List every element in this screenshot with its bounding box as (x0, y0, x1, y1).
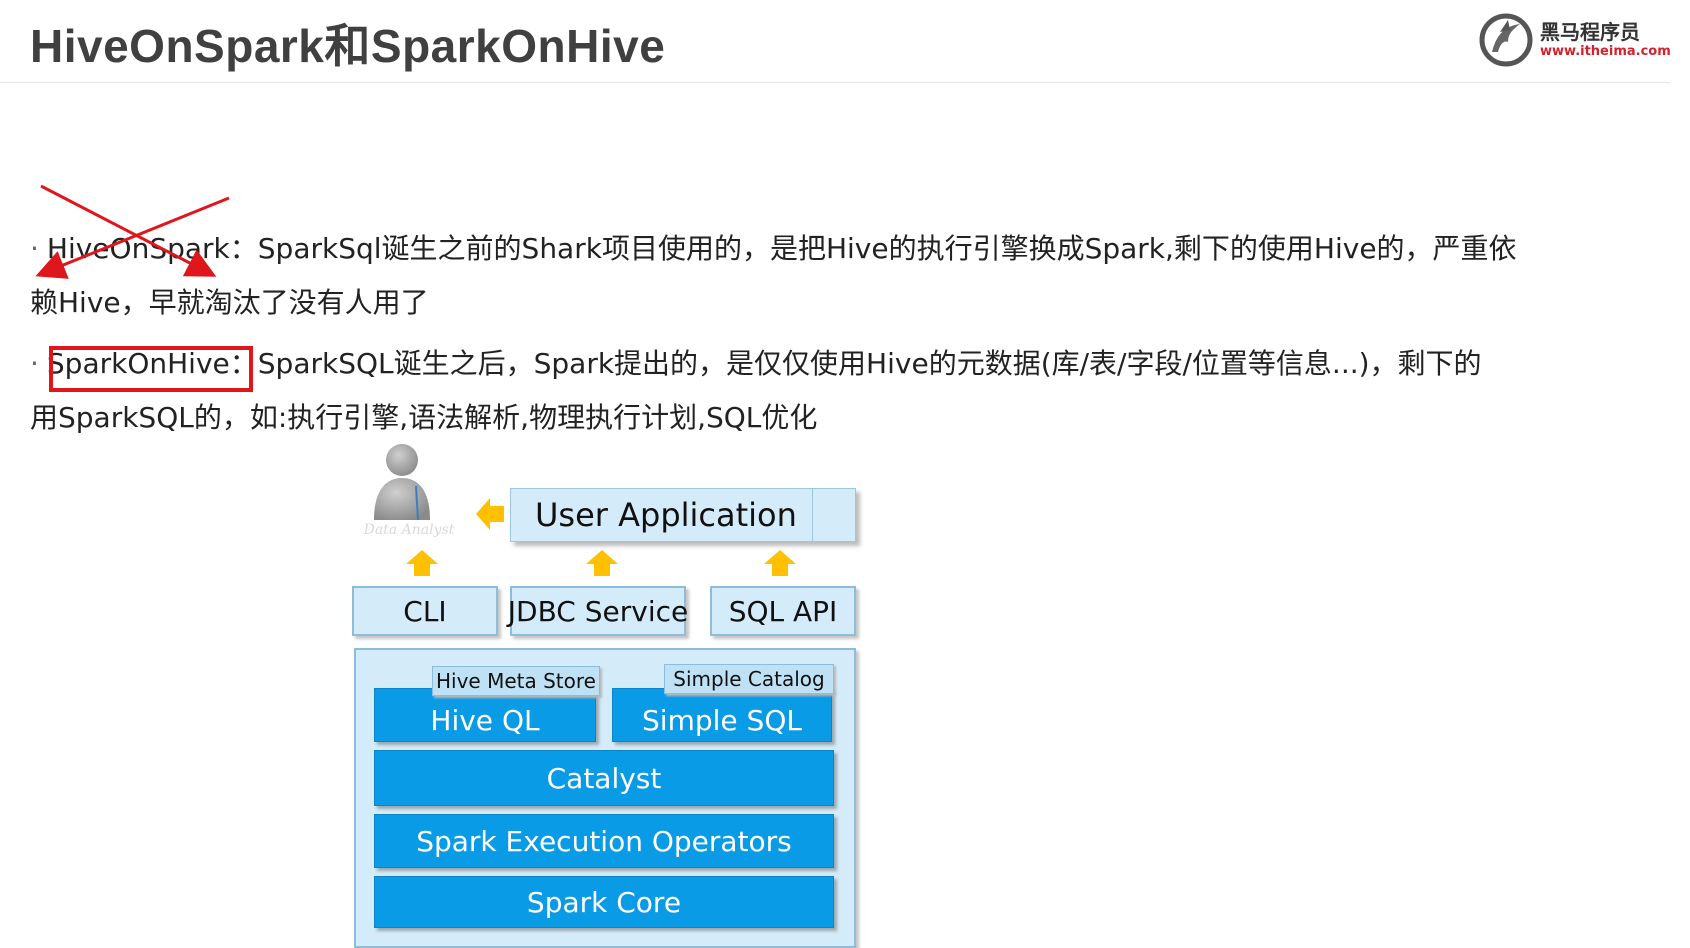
logo-url: www.itheima.com (1540, 44, 1671, 59)
arrow-up-icon (586, 550, 618, 576)
spark-sql-engine-box: Hive QL Hive Meta Store Simple SQL Simpl… (354, 648, 856, 948)
simple-sql-label: Simple SQL (642, 703, 802, 737)
spark-core-label: Spark Core (526, 885, 682, 919)
hive-meta-store-label: Hive Meta Store (436, 669, 596, 693)
simple-sql-block: Simple SQL (612, 688, 832, 742)
hive-ql-label: Hive QL (430, 703, 540, 737)
execution-operators-label: Spark Execution Operators (416, 824, 792, 858)
execution-operators-block: Spark Execution Operators (374, 814, 834, 868)
jdbc-service-label: JDBC Service (507, 594, 689, 628)
catalyst-label: Catalyst (546, 761, 662, 795)
simple-catalog-tag: Simple Catalog (664, 664, 834, 694)
hive-on-spark-desc-line2: 赖Hive，早就淘汰了没有人用了 (30, 286, 429, 319)
page-title: HiveOnSpark和SparkOnHive (30, 20, 666, 72)
user-application-label: User Application (535, 496, 797, 534)
simple-catalog-label: Simple Catalog (673, 667, 825, 691)
brand-logo: 黑马程序员 www.itheima.com (1478, 12, 1671, 68)
paragraph-hive-on-spark: · HiveOnSpark ：SparkSql诞生之前的Shark项目使用的，是把… (30, 184, 1590, 330)
data-analyst-label: Data Analyst (363, 522, 455, 538)
horse-logo-icon (1479, 13, 1533, 67)
user-application-box: User Application (510, 488, 856, 542)
title-divider (0, 82, 1670, 83)
spark-on-hive-desc-line2: 用SparkSQL的，如:执行引擎,语法解析,物理执行计划,SQL优化 (30, 401, 818, 434)
highlight-box (49, 346, 253, 392)
cli-label: CLI (403, 594, 447, 628)
strike-cross-icon (35, 184, 230, 279)
hive-on-spark-term-wrap: HiveOnSpark (35, 184, 230, 279)
spark-sql-architecture-diagram: Data Analyst User Application CLI JDBC S… (340, 438, 860, 948)
spark-core-block: Spark Core (374, 876, 834, 928)
logo-name: 黑马程序员 (1540, 20, 1640, 44)
cli-box: CLI (352, 586, 498, 636)
sql-api-label: SQL API (728, 594, 838, 628)
arrow-up-icon (764, 550, 796, 576)
paragraph-spark-on-hive: · SparkOnHive：SparkSQL诞生之后，Spark提出的，是仅仅使用… (30, 337, 1590, 445)
divider (812, 489, 813, 541)
hive-on-spark-desc-line1: SparkSql诞生之前的Shark项目使用的，是把Hive的执行引擎换成Spa… (257, 232, 1517, 265)
arrow-up-icon (406, 550, 438, 576)
user-icon (374, 444, 430, 521)
jdbc-service-box: JDBC Service (507, 586, 689, 636)
sql-api-box: SQL API (710, 586, 856, 636)
catalyst-block: Catalyst (374, 750, 834, 806)
spark-on-hive-desc-line1: SparkSQL诞生之后，Spark提出的，是仅仅使用Hive的元数据(库/表/… (257, 347, 1482, 380)
hive-meta-store-tag: Hive Meta Store (432, 666, 600, 696)
hive-ql-block: Hive QL (374, 688, 596, 742)
arrow-left-icon (476, 498, 504, 530)
bullet: · (30, 347, 39, 380)
